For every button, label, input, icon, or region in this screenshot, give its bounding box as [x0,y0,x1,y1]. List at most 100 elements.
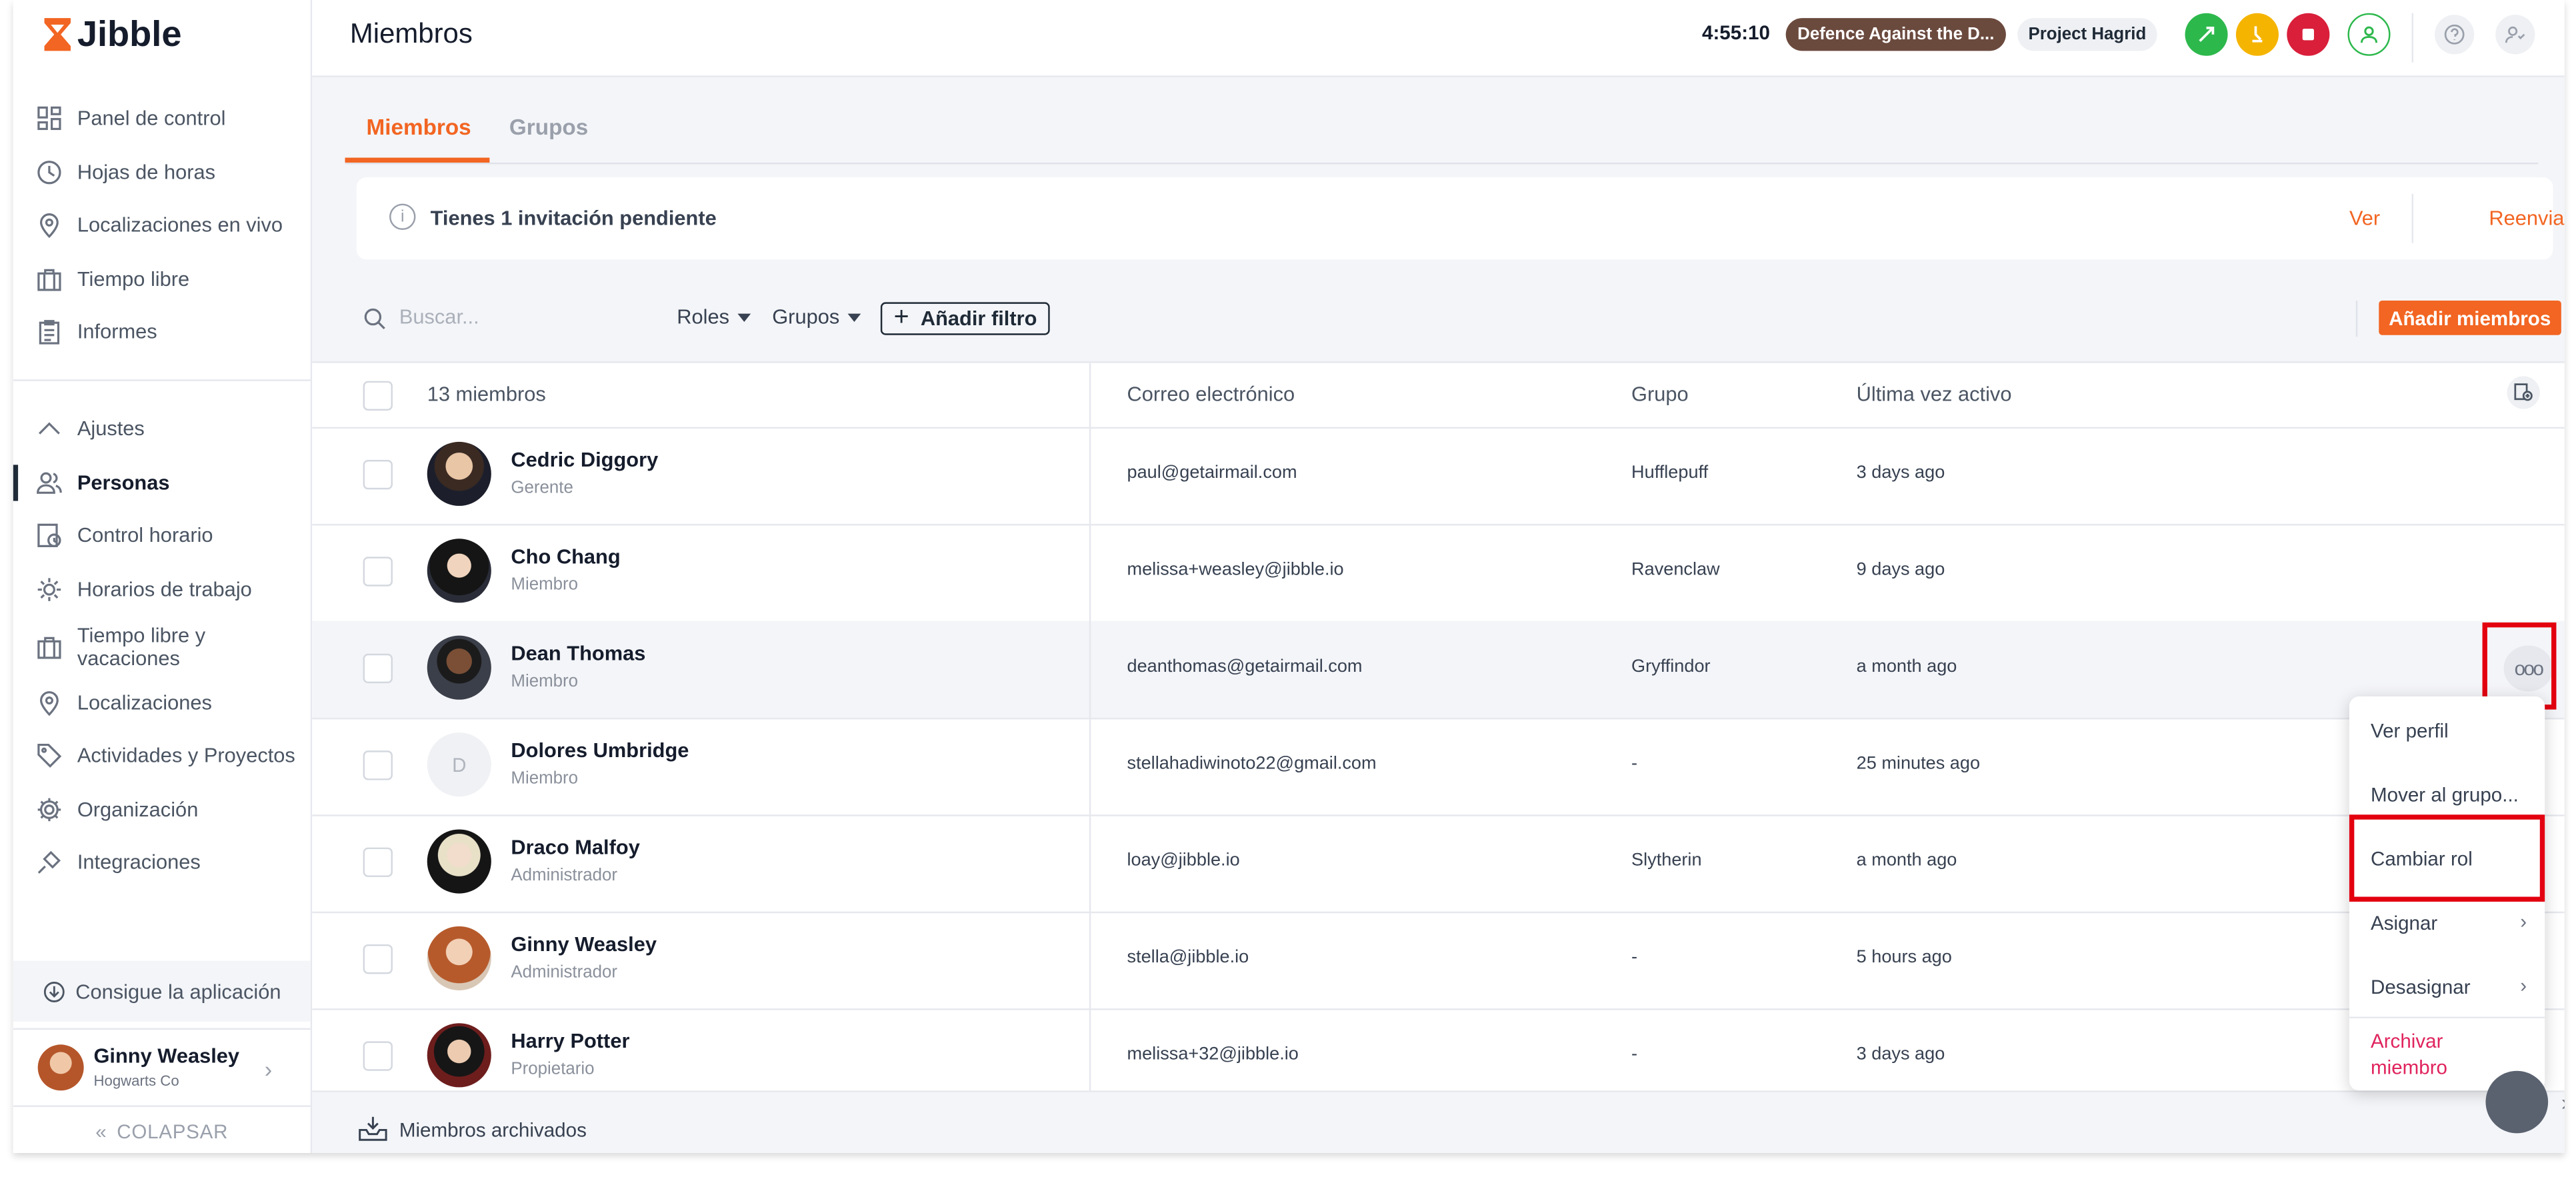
table-row[interactable]: Cedric Diggory Gerente paul@getairmail.c… [312,427,2565,526]
invitation-text: Tienes 1 invitación pendiente [430,207,717,231]
member-name[interactable]: Dean Thomas [511,642,645,666]
highlight-change-role [2349,814,2545,902]
user-org: Hogwarts Co [93,1072,179,1089]
clock-out-button[interactable] [2287,13,2330,56]
help-button[interactable] [2435,15,2475,55]
member-last-active: 9 days ago [1856,560,1945,580]
menu-item-assign[interactable]: Asignar [2371,912,2437,935]
sidebar-item-label: Horarios de trabajo [77,578,252,601]
row-checkbox[interactable] [363,460,393,490]
jibble-logo[interactable]: Jibble [41,13,181,56]
member-role: Miembro [511,671,579,692]
menu-item-move-to-group[interactable]: Mover al grupo... [2371,783,2519,806]
table-row[interactable]: D Dolores Umbridge Miembro stellahadiwin… [312,718,2565,816]
menu-item-unassign[interactable]: Desasignar [2371,976,2471,999]
member-last-active: 3 days ago [1856,463,1945,483]
member-email: melissa+32@jibble.io [1127,1044,1299,1064]
menu-item-view-profile[interactable]: Ver perfil [2371,719,2449,742]
sidebar-item-reports[interactable]: Informes [36,314,157,350]
member-role: Propietario [511,1059,595,1080]
chat-launcher[interactable] [2485,1070,2549,1134]
members-table: 13 miembros Correo electrónico Grupo Últ… [312,361,2565,1092]
archived-members-link[interactable]: Miembros archivados [312,1090,2565,1153]
search-input[interactable] [399,300,629,334]
project-badge[interactable]: Project Hagrid [2017,18,2157,51]
sidebar-item-locations[interactable]: Localizaciones [36,685,212,721]
member-name[interactable]: Harry Potter [511,1030,629,1053]
sidebar-item-settings[interactable]: Ajustes [36,411,145,447]
plug-icon [36,849,62,875]
email-column-header[interactable]: Correo electrónico [1127,383,1295,406]
row-checkbox[interactable] [363,944,393,974]
account-button[interactable] [2495,15,2535,55]
sidebar-item-time-off[interactable]: Tiempo libre [36,261,189,297]
menu-item-archive-member[interactable]: Archivar miembro [2371,1028,2502,1081]
row-checkbox[interactable] [363,847,393,877]
member-group: - [1631,754,1638,774]
search-icon [364,308,385,329]
tab-members[interactable]: Miembros [367,115,471,140]
collapse-button[interactable]: « COLAPSAR [13,1110,311,1153]
column-settings-button[interactable] [2507,376,2540,409]
switch-activity-button[interactable] [2185,13,2228,56]
sidebar-item-live-locations[interactable]: Localizaciones en vivo [36,207,283,243]
sidebar-item-timesheets[interactable]: Hojas de horas [36,155,215,191]
table-row[interactable]: Harry Potter Propietario melissa+32@jibb… [312,1008,2565,1092]
sidebar-item-label: Localizaciones [77,691,212,714]
help-icon [2444,24,2465,45]
row-checkbox[interactable] [363,1041,393,1071]
row-checkbox[interactable] [363,653,393,684]
group-column-header[interactable]: Grupo [1631,383,1689,406]
table-row[interactable]: Cho Chang Miembro melissa+weasley@jibble… [312,524,2565,622]
people-icon [36,470,62,496]
menu-divider [2349,1016,2545,1018]
sidebar-item-work-schedules[interactable]: Horarios de trabajo [36,572,252,608]
add-filter-button[interactable]: + Añadir filtro [880,302,1051,335]
sidebar-item-integrations[interactable]: Integraciones [36,844,201,880]
tab-groups[interactable]: Grupos [509,115,588,140]
sidebar-item-dashboard[interactable]: Panel de control [36,100,225,136]
main-content: Miembros 4:55:10 Defence Against the D..… [312,0,2565,1153]
sidebar-divider [13,1105,311,1107]
member-name[interactable]: Cedric Diggory [511,449,658,472]
add-filter-label: Añadir filtro [920,307,1037,331]
member-role: Miembro [511,768,579,788]
sidebar-item-time-off-holidays[interactable]: Tiempo libre y vacaciones [36,622,241,672]
table-row[interactable]: Draco Malfoy Administrador loay@jibble.i… [312,814,2565,914]
member-group: - [1631,1044,1638,1064]
sidebar-item-people[interactable]: Personas [36,465,170,501]
view-invitation-link[interactable]: Ver [2349,207,2380,231]
filter-divider [2355,300,2358,337]
sidebar-item-time-tracking[interactable]: Control horario [36,517,213,553]
page-title: Miembros [349,18,473,49]
groups-dropdown[interactable]: Grupos [772,305,861,329]
break-button[interactable] [2235,13,2279,56]
row-checkbox[interactable] [363,750,393,780]
select-all-checkbox[interactable] [363,381,393,411]
row-checkbox[interactable] [363,557,393,587]
avatar: D [427,732,491,797]
last-active-column-header[interactable]: Última vez activo [1857,383,2012,406]
pending-invitation-banner: i Tienes 1 invitación pendiente Ver Reen… [356,177,2565,260]
sidebar-item-label: Panel de control [77,107,226,130]
table-row[interactable]: Ginny Weasley Administrador stella@jibbl… [312,912,2565,1010]
roles-dropdown[interactable]: Roles [677,305,751,329]
member-name[interactable]: Dolores Umbridge [511,739,689,762]
add-members-button[interactable]: Añadir miembros [2379,300,2561,335]
get-app-button[interactable]: Consigue la aplicación [13,960,311,1022]
sidebar-item-activities-projects[interactable]: Actividades y Proyectos [36,737,295,773]
table-row[interactable]: Dean Thomas Miembro deanthomas@getairmai… [312,620,2565,720]
sidebar-item-label: Actividades y Proyectos [77,744,295,767]
sidebar-item-organization[interactable]: Organización [36,792,198,828]
activity-badge[interactable]: Defence Against the D... [1785,18,2006,51]
user-icon [2360,26,2378,43]
user-status-button[interactable] [2347,13,2391,56]
member-name[interactable]: Ginny Weasley [511,933,657,956]
member-name[interactable]: Cho Chang [511,545,620,569]
member-email: stella@jibble.io [1127,947,1249,968]
resend-invitation-link[interactable]: Reenviar [2489,207,2564,231]
member-name[interactable]: Draco Malfoy [511,836,639,859]
current-user[interactable]: Ginny Weasley Hogwarts Co › [13,1032,311,1104]
suitcase-icon [36,266,62,292]
tabs: Miembros Grupos [345,102,2539,165]
